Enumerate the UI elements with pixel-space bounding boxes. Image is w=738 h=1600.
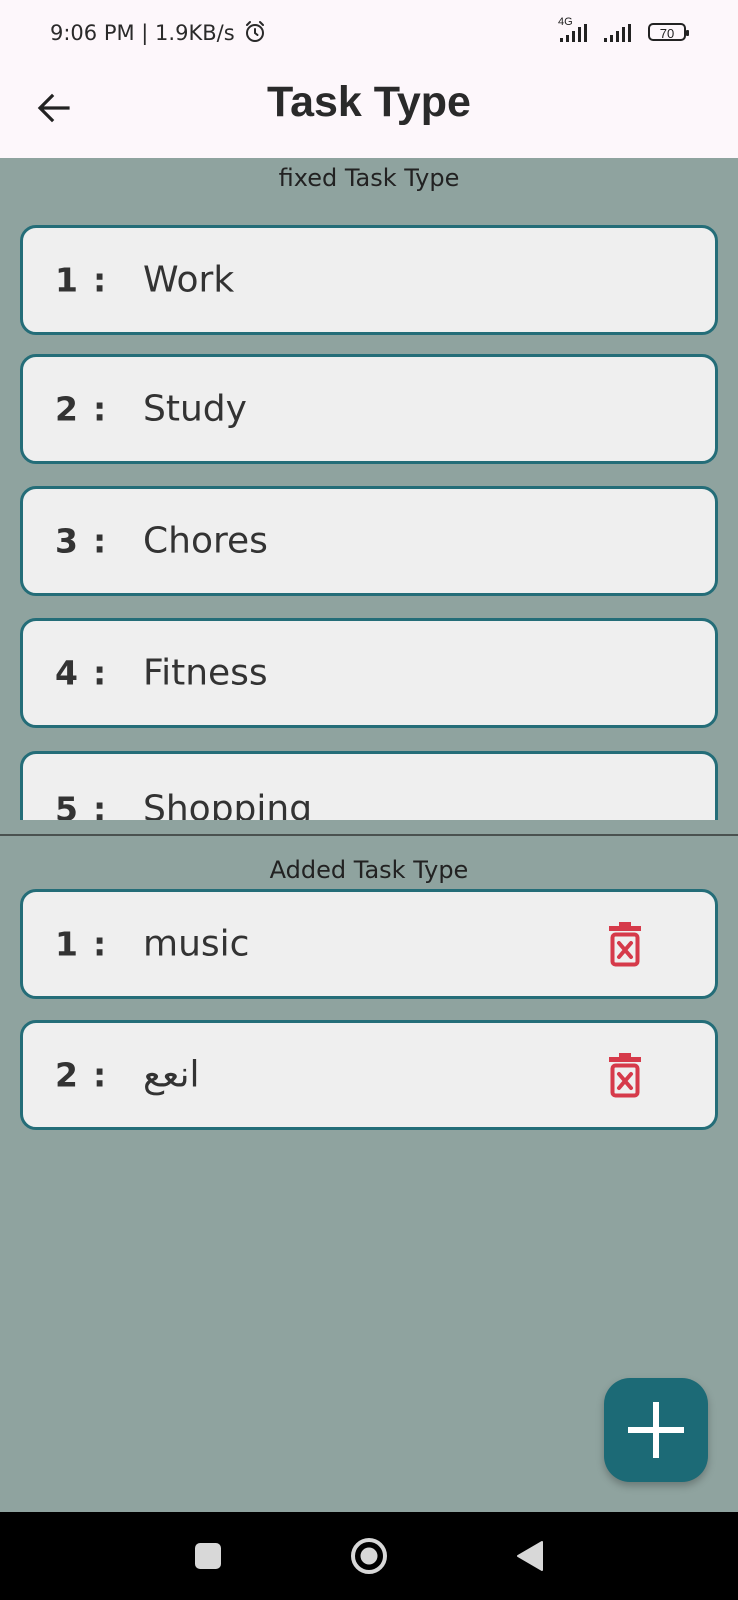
item-separator: : [93, 389, 107, 429]
fixed-task-type-item[interactable]: 2 : Study [20, 354, 718, 464]
item-index: 5 [55, 789, 78, 821]
fixed-section-label: fixed Task Type [278, 164, 460, 192]
item-name: Study [143, 388, 247, 430]
add-task-type-button[interactable] [604, 1378, 708, 1482]
item-separator: : [93, 1055, 107, 1095]
item-name: Fitness [143, 652, 268, 694]
item-index: 1 [55, 260, 78, 300]
fixed-task-type-item[interactable]: 1 : Work [20, 225, 718, 335]
signal-icon [604, 24, 631, 42]
fixed-task-type-item[interactable]: 4 : Fitness [20, 618, 718, 728]
back-nav-button[interactable] [506, 1532, 554, 1580]
status-time: 9:06 PM | 1.9KB/s [50, 20, 267, 45]
added-task-type-item[interactable]: 1 : music [20, 889, 718, 999]
item-separator: : [93, 260, 107, 300]
item-name: music [143, 923, 250, 965]
home-circle-icon [351, 1538, 387, 1574]
item-name: Work [143, 259, 235, 301]
added-task-type-item[interactable]: 2 : انعع [20, 1020, 718, 1130]
app-bar: Task Type [0, 66, 738, 158]
recents-button[interactable] [184, 1532, 232, 1580]
item-name: Chores [143, 520, 268, 562]
delete-icon [609, 1053, 641, 1098]
item-separator: : [93, 924, 107, 964]
alarm-icon [246, 21, 265, 42]
item-name: انعع [143, 1054, 200, 1096]
delete-icon [609, 922, 641, 967]
status-bar: 9:06 PM | 1.9KB/s 4G 70 [0, 0, 738, 66]
item-index: 3 [55, 521, 78, 561]
item-index: 2 [55, 389, 78, 429]
home-button[interactable] [345, 1532, 393, 1580]
status-icons: 4G 70 [552, 16, 689, 44]
battery-level: 70 [659, 26, 675, 41]
fixed-task-type-item[interactable]: 3 : Chores [20, 486, 718, 596]
item-separator: : [93, 653, 107, 693]
system-nav-bar [0, 1512, 738, 1600]
recents-square-icon [195, 1543, 221, 1569]
delete-button[interactable] [607, 1051, 643, 1099]
section-divider [0, 834, 738, 836]
item-index: 1 [55, 924, 78, 964]
item-name: Shopping [143, 788, 313, 821]
signal-icon [560, 24, 587, 42]
delete-button[interactable] [607, 920, 643, 968]
item-separator: : [93, 789, 107, 821]
added-section-label: Added Task Type [269, 856, 469, 884]
page-title: Task Type [267, 78, 471, 126]
network-signal: 4G [552, 16, 592, 44]
status-time-text: 9:06 PM | 1.9KB/s [50, 21, 235, 45]
back-triangle-icon [517, 1541, 543, 1571]
item-index: 4 [55, 653, 78, 693]
battery-icon: 70 [648, 23, 689, 41]
fixed-task-type-list[interactable]: fixed Task Type 1 : Work 2 : Study 3 : C… [0, 158, 738, 820]
item-index: 2 [55, 1055, 78, 1095]
item-separator: : [93, 521, 107, 561]
fixed-task-type-item[interactable]: 5 : Shopping [20, 751, 718, 820]
plus-icon [628, 1402, 684, 1458]
